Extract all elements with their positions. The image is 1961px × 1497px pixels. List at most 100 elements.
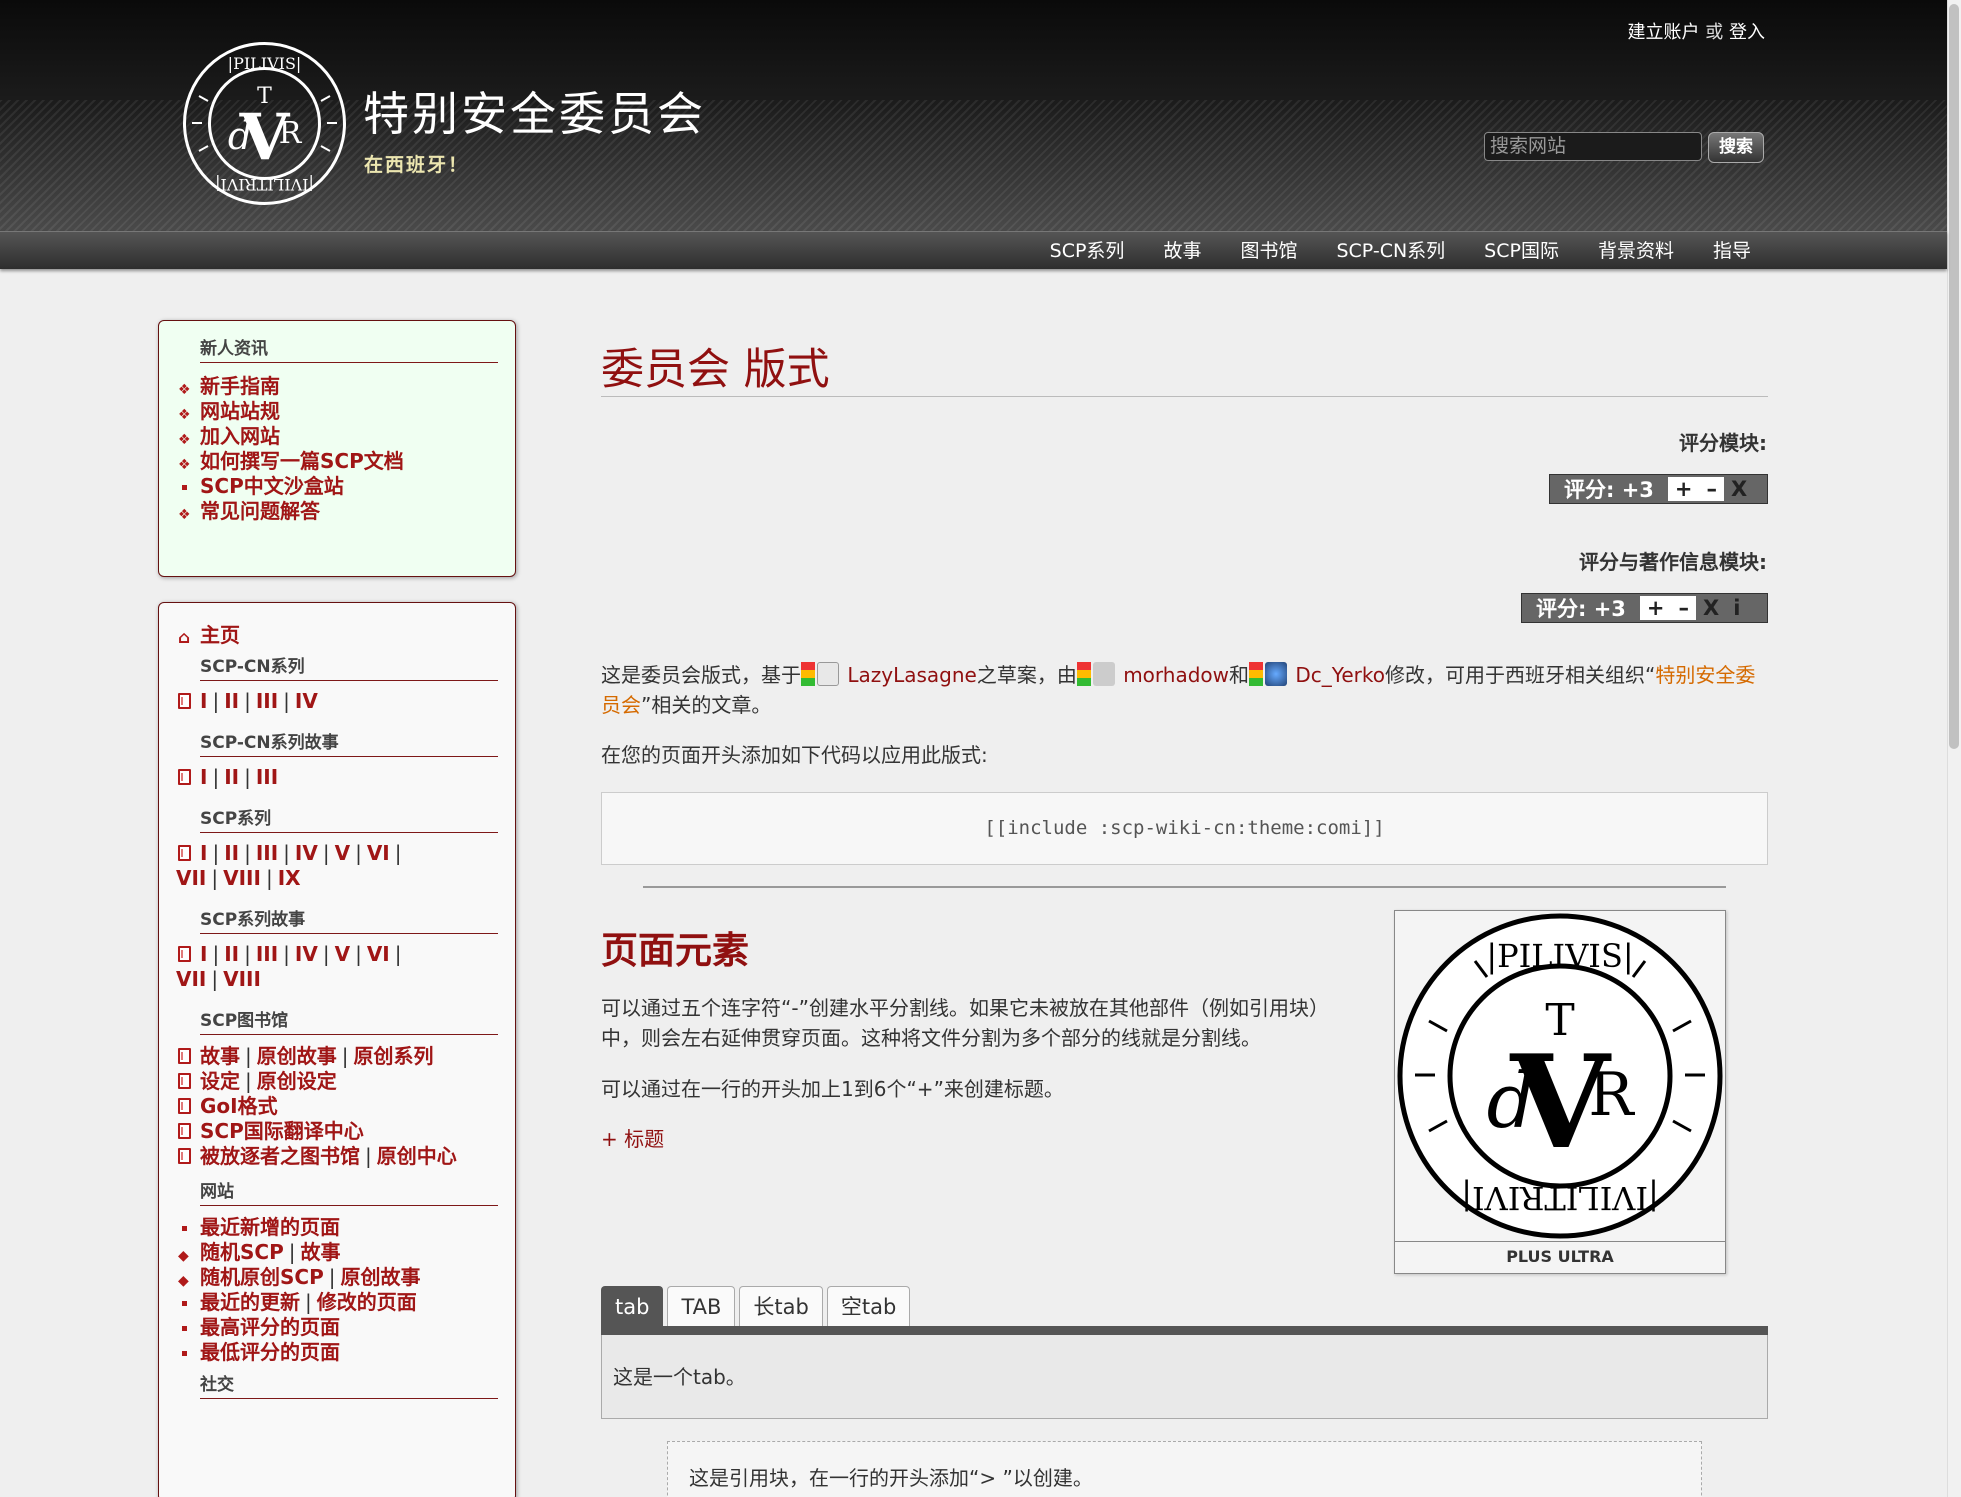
link-modified-pages[interactable]: 修改的页面 bbox=[317, 1290, 417, 1314]
link-tales-8[interactable]: VIII bbox=[223, 967, 261, 991]
link-cn-tales-2[interactable]: II bbox=[224, 765, 239, 789]
intro-paragraph: 这是委员会版式，基于 LazyLasagne之草案，由 morhadow和 Dc… bbox=[601, 662, 1756, 717]
link-stories[interactable]: 故事 bbox=[200, 1044, 240, 1068]
link-random-orig-tale[interactable]: 原创故事 bbox=[341, 1265, 421, 1289]
rate-cancel-button[interactable]: X bbox=[1696, 596, 1727, 620]
link-original-hub[interactable]: 原创中心 bbox=[377, 1144, 457, 1168]
sidebar-item-faq[interactable]: ❖ 常见问题解答 bbox=[178, 499, 320, 524]
nav-library[interactable]: 图书馆 bbox=[1240, 232, 1297, 270]
link-tales-3[interactable]: III bbox=[256, 942, 278, 966]
link-original-series[interactable]: 原创系列 bbox=[354, 1044, 434, 1068]
link-cn-tales-1[interactable]: I bbox=[200, 765, 207, 789]
link-original-canons[interactable]: 原创设定 bbox=[257, 1069, 337, 1093]
create-account-link[interactable]: 建立账户 bbox=[1628, 22, 1700, 43]
user-link-morhadow[interactable]: morhadow bbox=[1123, 663, 1229, 687]
hr-description: 可以通过五个连字符“-”创建水平分割线。如果它未被放在其他部件（例如引用块）中，… bbox=[601, 996, 1329, 1050]
link-scp-6[interactable]: VI bbox=[367, 841, 390, 865]
link-scp-cn-2[interactable]: II bbox=[224, 689, 239, 713]
link-goi-formats[interactable]: GoI格式 bbox=[178, 1094, 278, 1119]
horizontal-rule bbox=[643, 886, 1726, 888]
link-wanderers-library[interactable]: 被放逐者之图书馆 bbox=[200, 1144, 360, 1168]
links-scp-tales-row2: VII | VIII bbox=[176, 967, 261, 991]
scrollbar[interactable] bbox=[1947, 0, 1961, 1497]
scrollbar-thumb[interactable] bbox=[1949, 4, 1959, 749]
rating-buttons: + – X bbox=[1667, 477, 1755, 501]
login-link[interactable]: 登入 bbox=[1729, 22, 1765, 43]
user-link-dc-yerko[interactable]: Dc_Yerko bbox=[1295, 663, 1385, 687]
nav-scp-intl[interactable]: SCP国际 bbox=[1484, 232, 1559, 270]
link-intl-translation[interactable]: SCP国际翻译中心 bbox=[178, 1119, 364, 1144]
rate-down-button[interactable]: – bbox=[1700, 477, 1725, 501]
sidebar-item-rules[interactable]: ❖ 网站站规 bbox=[178, 399, 280, 424]
sidebar-item-home[interactable]: ⌂ 主页 bbox=[178, 623, 240, 648]
svg-text:d: d bbox=[1487, 1056, 1536, 1145]
image-block: |PILIVIS| |IVILITRIVI| T V d R PLUS ULTR… bbox=[1394, 910, 1726, 1274]
link-scp-2[interactable]: II bbox=[224, 841, 239, 865]
section-title-newbie: 新人资讯 bbox=[200, 338, 498, 363]
link-recent-pages[interactable]: 最近新增的页面 bbox=[182, 1215, 340, 1240]
square-bullet-icon bbox=[182, 485, 187, 490]
link-lowest-rated[interactable]: 最低评分的页面 bbox=[182, 1340, 340, 1365]
link-scp-4[interactable]: IV bbox=[295, 841, 318, 865]
user-avatar bbox=[817, 662, 839, 686]
site-logo[interactable]: |PILIVIS| |IVILITRIVI| T V d R bbox=[182, 41, 347, 206]
link-scp-9[interactable]: IX bbox=[278, 866, 301, 890]
link-top-rated[interactable]: 最高评分的页面 bbox=[182, 1315, 340, 1340]
rate-up-button[interactable]: + bbox=[1668, 477, 1700, 501]
link-random-orig-scp[interactable]: 随机原创SCP bbox=[200, 1265, 324, 1289]
link-random-tale[interactable]: 故事 bbox=[301, 1240, 341, 1264]
link-scp-cn-4[interactable]: IV bbox=[295, 689, 318, 713]
link-original-stories[interactable]: 原创故事 bbox=[257, 1044, 337, 1068]
link-scp-5[interactable]: V bbox=[335, 841, 350, 865]
link-tales-5[interactable]: V bbox=[335, 942, 350, 966]
nav-background[interactable]: 背景资料 bbox=[1598, 232, 1674, 270]
search-input[interactable]: 搜索网站 bbox=[1484, 132, 1702, 161]
tab-3[interactable]: 长tab bbox=[739, 1286, 823, 1326]
rate-cancel-button[interactable]: X bbox=[1724, 477, 1755, 501]
sidebar-item-sandbox[interactable]: SCP中文沙盒站 bbox=[182, 474, 344, 499]
info-button[interactable]: i bbox=[1726, 596, 1748, 620]
link-tales-4[interactable]: IV bbox=[295, 942, 318, 966]
link-tales-7[interactable]: VII bbox=[176, 967, 206, 991]
link-canons[interactable]: 设定 bbox=[200, 1069, 240, 1093]
heading-example[interactable]: + 标题 bbox=[601, 1124, 664, 1154]
sidebar-item-guide[interactable]: ❖ 新手指南 bbox=[178, 374, 280, 399]
diamond-icon: ◆ bbox=[178, 1273, 189, 1289]
rate-up-button[interactable]: + bbox=[1640, 596, 1672, 620]
top-nav-bar: SCP系列 故事 图书馆 SCP-CN系列 SCP国际 背景资料 指导 bbox=[0, 231, 1947, 269]
link-random-scp[interactable]: 随机SCP bbox=[200, 1240, 284, 1264]
page-icon bbox=[178, 769, 191, 785]
link-tales-6[interactable]: VI bbox=[367, 942, 390, 966]
rating-module-label: 评分模块: bbox=[1679, 431, 1767, 455]
link-scp-cn-3[interactable]: III bbox=[256, 689, 278, 713]
link-tales-1[interactable]: I bbox=[200, 942, 207, 966]
site-title[interactable]: 特别安全委员会 bbox=[363, 78, 706, 144]
heading-description: 可以通过在一行的开头加上1到6个“+”来创建标题。 bbox=[601, 1077, 1064, 1101]
link-scp-cn-1[interactable]: I bbox=[200, 689, 207, 713]
tab-4[interactable]: 空tab bbox=[826, 1286, 911, 1326]
rate-down-button[interactable]: – bbox=[1672, 596, 1697, 620]
or-text: 或 bbox=[1705, 22, 1724, 43]
search-button[interactable]: 搜索 bbox=[1708, 132, 1764, 163]
link-scp-7[interactable]: VII bbox=[176, 866, 206, 890]
tab-1[interactable]: tab bbox=[601, 1286, 664, 1326]
nav-scp-cn[interactable]: SCP-CN系列 bbox=[1336, 232, 1445, 270]
nav-scp-series[interactable]: SCP系列 bbox=[1050, 232, 1125, 270]
karma-icon bbox=[1249, 662, 1264, 686]
links-scp-tales: I | II | III | IV | V | VI | bbox=[178, 942, 407, 967]
link-scp-8[interactable]: VIII bbox=[223, 866, 261, 890]
sidebar-item-join[interactable]: ❖ 加入网站 bbox=[178, 424, 280, 449]
links-scp: I | II | III | IV | V | VI | bbox=[178, 841, 407, 866]
link-tales-2[interactable]: II bbox=[224, 942, 239, 966]
link-recent-changes[interactable]: 最近的更新 bbox=[200, 1290, 300, 1314]
nav-guide[interactable]: 指导 bbox=[1713, 232, 1751, 270]
code-block[interactable]: [[include :scp-wiki-cn:theme:comi]] bbox=[601, 792, 1768, 865]
user-link-lazylasagne[interactable]: LazyLasagne bbox=[847, 663, 976, 687]
sidebar-item-howto[interactable]: ❖ 如何撰写一篇SCP文档 bbox=[178, 449, 404, 474]
link-scp-3[interactable]: III bbox=[256, 841, 278, 865]
tab-2[interactable]: TAB bbox=[667, 1286, 736, 1326]
link-scp-1[interactable]: I bbox=[200, 841, 207, 865]
link-cn-tales-3[interactable]: III bbox=[256, 765, 278, 789]
nav-tales[interactable]: 故事 bbox=[1163, 232, 1201, 270]
karma-icon bbox=[801, 662, 815, 686]
